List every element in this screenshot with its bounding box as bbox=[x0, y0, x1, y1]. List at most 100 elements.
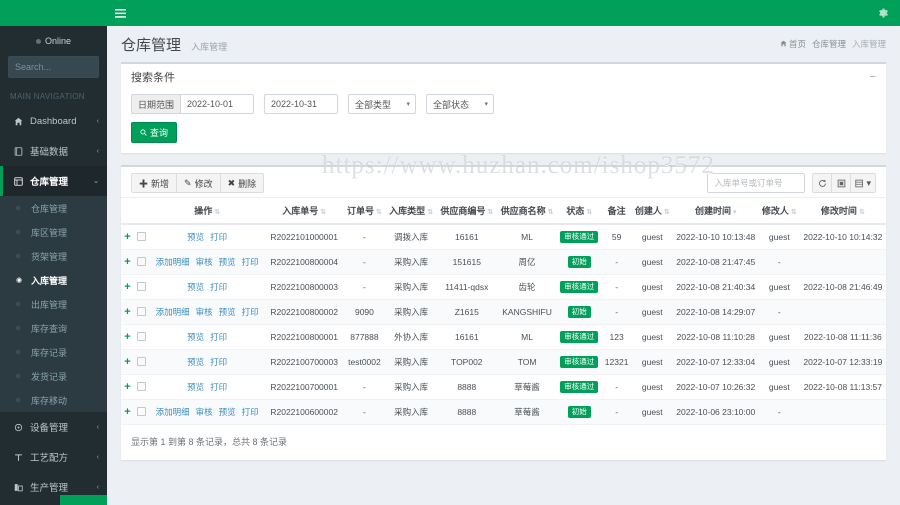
expand-row-icon[interactable]: + bbox=[124, 356, 130, 368]
th-operations[interactable]: 操作 ⇅ bbox=[149, 197, 266, 225]
columns-icon[interactable]: ▾ bbox=[850, 173, 876, 193]
expand-cell: + bbox=[121, 299, 135, 325]
table-row[interactable]: + 添加明细 审核 预览 打印 R2022100600002- 采购入库 8888 草莓酱 初始 -… bbox=[121, 399, 886, 425]
op-link[interactable]: 预览 bbox=[219, 257, 236, 267]
row-checkbox[interactable] bbox=[137, 231, 147, 241]
table-row[interactable]: + 预览 打印 R2022100800003- 采购入库 11411-qdsx 齿轮 审核通过… bbox=[121, 274, 886, 300]
fullscreen-icon[interactable] bbox=[831, 173, 852, 193]
op-link[interactable]: 预览 bbox=[219, 407, 236, 417]
op-link[interactable]: 审核 bbox=[196, 407, 213, 417]
op-link[interactable]: 打印 bbox=[210, 357, 227, 367]
sidebar-item-inbound-mgmt[interactable]: ◉ 入库管理 bbox=[0, 268, 107, 292]
th-modify-time[interactable]: 修改时间 ⇅ bbox=[799, 197, 886, 225]
op-link[interactable]: 打印 bbox=[210, 332, 227, 342]
expand-row-icon[interactable]: + bbox=[124, 256, 130, 268]
row-checkbox[interactable] bbox=[137, 381, 147, 391]
op-link[interactable]: 预览 bbox=[187, 332, 204, 342]
sidebar-item-stock-query[interactable]: ○ 库存查询 bbox=[0, 316, 107, 340]
op-link[interactable]: 添加明细 bbox=[156, 407, 190, 417]
th-create-time[interactable]: 创建时间 ▾ bbox=[672, 197, 759, 225]
sidebar-item-zone-mgmt[interactable]: ○ 库区管理 bbox=[0, 220, 107, 244]
expand-row-icon[interactable]: + bbox=[124, 406, 130, 418]
row-checkbox[interactable] bbox=[137, 256, 147, 266]
search-conditions-box: 搜索条件 − 日期范围 全部类型 ▾ 全部状态 ▾ bbox=[121, 62, 886, 153]
op-link[interactable]: 打印 bbox=[210, 382, 227, 392]
expand-row-icon[interactable]: + bbox=[124, 381, 130, 393]
circle-o-icon: ○ bbox=[16, 372, 21, 380]
expand-row-icon[interactable]: + bbox=[124, 331, 130, 343]
op-link[interactable]: 打印 bbox=[242, 257, 259, 267]
sidebar-item-shelf-mgmt[interactable]: ○ 货架管理 bbox=[0, 244, 107, 268]
th-modifier[interactable]: 修改人 ⇅ bbox=[758, 197, 800, 225]
sidebar-item-warehouse[interactable]: 仓库管理 ⌄ bbox=[0, 166, 107, 196]
expand-row-icon[interactable]: + bbox=[124, 281, 130, 293]
order-no-cell: 877888 bbox=[343, 324, 386, 350]
breadcrumb-level1[interactable]: 仓库管理 bbox=[812, 38, 846, 50]
op-link[interactable]: 审核 bbox=[196, 307, 213, 317]
sidebar-item-stock-move[interactable]: ○ 库存移动 bbox=[0, 388, 107, 412]
op-link[interactable]: 打印 bbox=[242, 307, 259, 317]
supplier-no-cell: TOP002 bbox=[436, 349, 498, 375]
query-button[interactable]: 查询 bbox=[131, 122, 178, 143]
sidebar-item-basic-data[interactable]: 基础数据 ‹ bbox=[0, 136, 107, 166]
status-cell: 初始 bbox=[557, 299, 602, 325]
add-button[interactable]: ✚ 新增 bbox=[131, 173, 178, 193]
creator-cell: guest bbox=[631, 299, 673, 325]
delete-button[interactable]: ✖ 删除 bbox=[219, 173, 265, 193]
sidebar-search-box[interactable] bbox=[8, 56, 107, 78]
op-link[interactable]: 预览 bbox=[219, 307, 236, 317]
date-to-input[interactable] bbox=[264, 94, 339, 114]
sidebar-item-device-mgmt[interactable]: 设备管理 ‹ bbox=[0, 412, 107, 442]
table-row[interactable]: + 预览 打印 R2022100700003 test0002 采购入库 TOP002 TOM… bbox=[121, 349, 886, 375]
sidebar-item-warehouse-mgmt[interactable]: ○ 仓库管理 bbox=[0, 196, 107, 220]
table-row[interactable]: + 预览 打印 R2022100800001 877888 外协入库 16161 ML 审核通过… bbox=[121, 324, 886, 350]
type-select[interactable]: 全部类型 ▾ bbox=[348, 94, 417, 114]
minus-icon[interactable]: − bbox=[870, 71, 876, 83]
status-select[interactable]: 全部状态 ▾ bbox=[426, 94, 495, 114]
row-checkbox[interactable] bbox=[137, 406, 147, 416]
sidebar-search-input[interactable] bbox=[9, 62, 107, 72]
sidebar-item-process-recipe[interactable]: 工艺配方 ‹ bbox=[0, 442, 107, 472]
op-link[interactable]: 打印 bbox=[210, 232, 227, 242]
breadcrumb-home[interactable]: 首页 bbox=[780, 38, 806, 50]
op-link[interactable]: 添加明细 bbox=[156, 307, 190, 317]
edit-button[interactable]: ✎ 修改 bbox=[176, 173, 221, 193]
table-row[interactable]: + 添加明细 审核 预览 打印 R2022100800002 9090 采购入库 Z1615 KA… bbox=[121, 299, 886, 325]
th-remark[interactable]: 备注 bbox=[601, 197, 632, 225]
th-supplier-name[interactable]: 供应商名称 ⇅ bbox=[497, 197, 558, 225]
date-from-input[interactable] bbox=[180, 94, 255, 114]
op-link[interactable]: 预览 bbox=[187, 282, 204, 292]
sidebar-item-stock-records[interactable]: ○ 库存记录 bbox=[0, 340, 107, 364]
th-inbound-type[interactable]: 入库类型 ⇅ bbox=[385, 197, 437, 225]
expand-row-icon[interactable]: + bbox=[124, 231, 130, 243]
op-link[interactable]: 预览 bbox=[187, 232, 204, 242]
refresh-icon[interactable] bbox=[812, 173, 833, 193]
th-inbound-no[interactable]: 入库单号 ⇅ bbox=[265, 197, 344, 225]
settings-icon[interactable] bbox=[874, 4, 892, 22]
op-link[interactable]: 打印 bbox=[242, 407, 259, 417]
row-checkbox[interactable] bbox=[137, 331, 147, 341]
table-row[interactable]: + 添加明细 审核 预览 打印 R2022100800004- 采购入库 151615 周亿 初始… bbox=[121, 249, 886, 275]
th-supplier-no[interactable]: 供应商编号 ⇅ bbox=[436, 197, 498, 225]
row-checkbox[interactable] bbox=[137, 281, 147, 291]
sidebar-item-outbound-mgmt[interactable]: ○ 出库管理 bbox=[0, 292, 107, 316]
sidebar-item-shipping-records[interactable]: ○ 发货记录 bbox=[0, 364, 107, 388]
table-row[interactable]: + 预览 打印 R2022100700001- 采购入库 8888 草莓酱 审核通过 - gues… bbox=[121, 374, 886, 400]
table-row[interactable]: + 预览 打印 R2022101000001- 调拨入库 16161 ML 审核通过 59 gue… bbox=[121, 224, 886, 250]
op-link[interactable]: 打印 bbox=[210, 282, 227, 292]
op-link[interactable]: 审核 bbox=[196, 257, 213, 267]
expand-row-icon[interactable]: + bbox=[124, 306, 130, 318]
row-checkbox[interactable] bbox=[137, 306, 147, 316]
sidebar-item-dashboard[interactable]: Dashboard ‹ bbox=[0, 106, 107, 136]
table-search-input[interactable] bbox=[707, 173, 806, 193]
th-order-no[interactable]: 订单号 ⇅ bbox=[343, 197, 386, 225]
hamburger-icon[interactable] bbox=[107, 0, 133, 26]
op-link[interactable]: 添加明细 bbox=[156, 257, 190, 267]
status-cell: 审核通过 bbox=[557, 224, 602, 250]
search-box-title: 搜索条件 bbox=[131, 72, 175, 84]
th-creator[interactable]: 创建人 ⇅ bbox=[631, 197, 673, 225]
row-checkbox[interactable] bbox=[137, 356, 147, 366]
th-status[interactable]: 状态 ⇅ bbox=[557, 197, 602, 225]
op-link[interactable]: 预览 bbox=[187, 357, 204, 367]
op-link[interactable]: 预览 bbox=[187, 382, 204, 392]
